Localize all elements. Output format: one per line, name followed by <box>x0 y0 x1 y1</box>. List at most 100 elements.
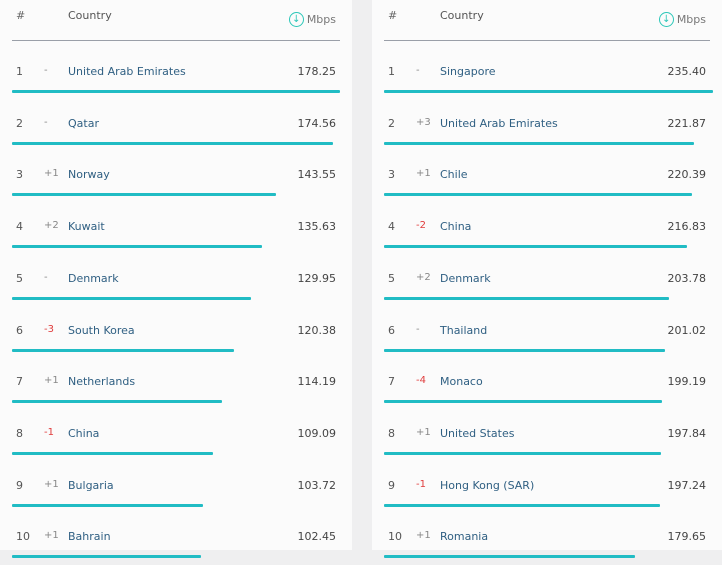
rank: 7 <box>388 375 395 389</box>
speed-value: 174.56 <box>297 116 337 130</box>
table-row: 2 - Qatar 174.56 <box>12 100 340 152</box>
table-row: 2 +3 United Arab Emirates 221.87 <box>384 100 710 152</box>
country-link[interactable]: Hong Kong (SAR) <box>440 479 534 492</box>
rank: 2 <box>388 116 395 130</box>
speed-bar <box>12 141 333 145</box>
speed-bar <box>384 245 687 249</box>
speed-value: 216.83 <box>667 220 707 234</box>
country-link[interactable]: Qatar <box>68 117 99 130</box>
country-link[interactable]: Kuwait <box>68 220 105 233</box>
unit-label: Mbps <box>676 13 706 26</box>
speed-bar <box>384 296 669 300</box>
speed-value: 221.87 <box>667 116 707 130</box>
rank: 5 <box>16 271 23 285</box>
speed-column-header[interactable]: ↓ Mbps <box>658 12 706 27</box>
rank: 3 <box>16 168 23 182</box>
speed-bar <box>384 348 665 352</box>
table-row: 7 +1 Netherlands 114.19 <box>12 358 340 410</box>
rank-change: -4 <box>416 375 426 387</box>
rank: 1 <box>388 65 395 78</box>
speed-bar <box>384 400 662 404</box>
country-link[interactable]: Denmark <box>440 272 491 285</box>
rank: 4 <box>16 220 23 234</box>
speed-value: 135.63 <box>297 220 337 234</box>
download-icon: ↓ <box>288 12 304 27</box>
rank: 8 <box>388 426 395 440</box>
rank: 4 <box>388 220 395 234</box>
speed-bar <box>12 555 201 559</box>
speed-bar <box>12 296 251 300</box>
speed-bar <box>384 555 635 559</box>
country-link[interactable]: Denmark <box>68 272 119 285</box>
table-row: 3 +1 Norway 143.55 <box>12 151 340 203</box>
country-link[interactable]: Norway <box>68 168 110 181</box>
country-column-header: Country <box>68 9 112 22</box>
table-row: 5 - Denmark 129.95 <box>12 255 340 307</box>
speed-value: 103.72 <box>297 478 337 492</box>
table-row: 6 - Thailand 201.02 <box>384 307 710 359</box>
speed-value: 235.40 <box>667 65 707 78</box>
table-row: 9 -1 Hong Kong (SAR) 197.24 <box>384 462 710 514</box>
country-link[interactable]: Singapore <box>440 65 496 78</box>
download-icon: ↓ <box>658 12 674 27</box>
speed-value: 201.02 <box>667 323 707 337</box>
table-row: 10 +1 Bahrain 102.45 <box>12 513 340 565</box>
speed-bar <box>12 348 234 352</box>
speed-bar <box>12 503 203 507</box>
rank: 10 <box>16 530 30 544</box>
table-header: # Country ↓ Mbps <box>12 0 340 41</box>
rank-change: - <box>44 116 48 128</box>
rank-column-header: # <box>16 9 26 22</box>
country-link[interactable]: Thailand <box>440 324 487 337</box>
speed-value: 143.55 <box>297 168 337 182</box>
speed-bar <box>384 141 694 145</box>
rank-change: -1 <box>416 478 426 490</box>
rank: 6 <box>388 323 395 337</box>
speed-bar <box>384 451 661 455</box>
table-row: 1 - Singapore 235.40 <box>384 48 713 100</box>
rank: 5 <box>388 271 395 285</box>
speed-bar <box>12 400 222 404</box>
rank: 10 <box>388 530 402 544</box>
rank-column-header: # <box>388 9 398 22</box>
rank: 8 <box>16 426 23 440</box>
speed-column-header[interactable]: ↓ Mbps <box>288 12 336 27</box>
rank-change: +1 <box>416 426 431 438</box>
country-link[interactable]: United Arab Emirates <box>68 65 186 78</box>
country-link[interactable]: United States <box>440 427 515 440</box>
country-link[interactable]: Chile <box>440 168 468 181</box>
country-link[interactable]: China <box>440 220 471 233</box>
rank: 6 <box>16 323 23 337</box>
country-link[interactable]: Romania <box>440 530 488 543</box>
speed-bar <box>384 503 660 507</box>
country-link[interactable]: Netherlands <box>68 375 135 388</box>
country-link[interactable]: Monaco <box>440 375 483 388</box>
rank-change: +1 <box>44 375 59 387</box>
table-row: 5 +2 Denmark 203.78 <box>384 255 710 307</box>
speed-value: 178.25 <box>297 65 337 78</box>
rank: 3 <box>388 168 395 182</box>
table-row: 8 +1 United States 197.84 <box>384 410 710 462</box>
table-header: # Country ↓ Mbps <box>384 0 710 41</box>
speed-bar <box>12 90 340 93</box>
country-link[interactable]: Bulgaria <box>68 479 114 492</box>
table-row: 3 +1 Chile 220.39 <box>384 151 710 203</box>
country-link[interactable]: South Korea <box>68 324 135 337</box>
rank-change: +1 <box>44 530 59 542</box>
rank: 9 <box>16 478 23 492</box>
rank: 7 <box>16 375 23 389</box>
rank-change: +1 <box>416 530 431 542</box>
rank-change: +1 <box>44 168 59 180</box>
speed-value: 129.95 <box>297 271 337 285</box>
country-link[interactable]: United Arab Emirates <box>440 117 558 130</box>
speed-bar <box>12 451 213 455</box>
speed-value: 120.38 <box>297 323 337 337</box>
rank-change: - <box>416 65 420 76</box>
ranking-table-right: # Country ↓ Mbps 1 - Singapore 235.40 2 … <box>372 0 722 559</box>
country-link[interactable]: Bahrain <box>68 530 111 543</box>
speed-bar <box>12 245 262 249</box>
table-row: 1 - United Arab Emirates 178.25 <box>12 48 340 100</box>
rank-change: - <box>416 323 420 335</box>
country-link[interactable]: China <box>68 427 99 440</box>
rank: 1 <box>16 65 23 78</box>
